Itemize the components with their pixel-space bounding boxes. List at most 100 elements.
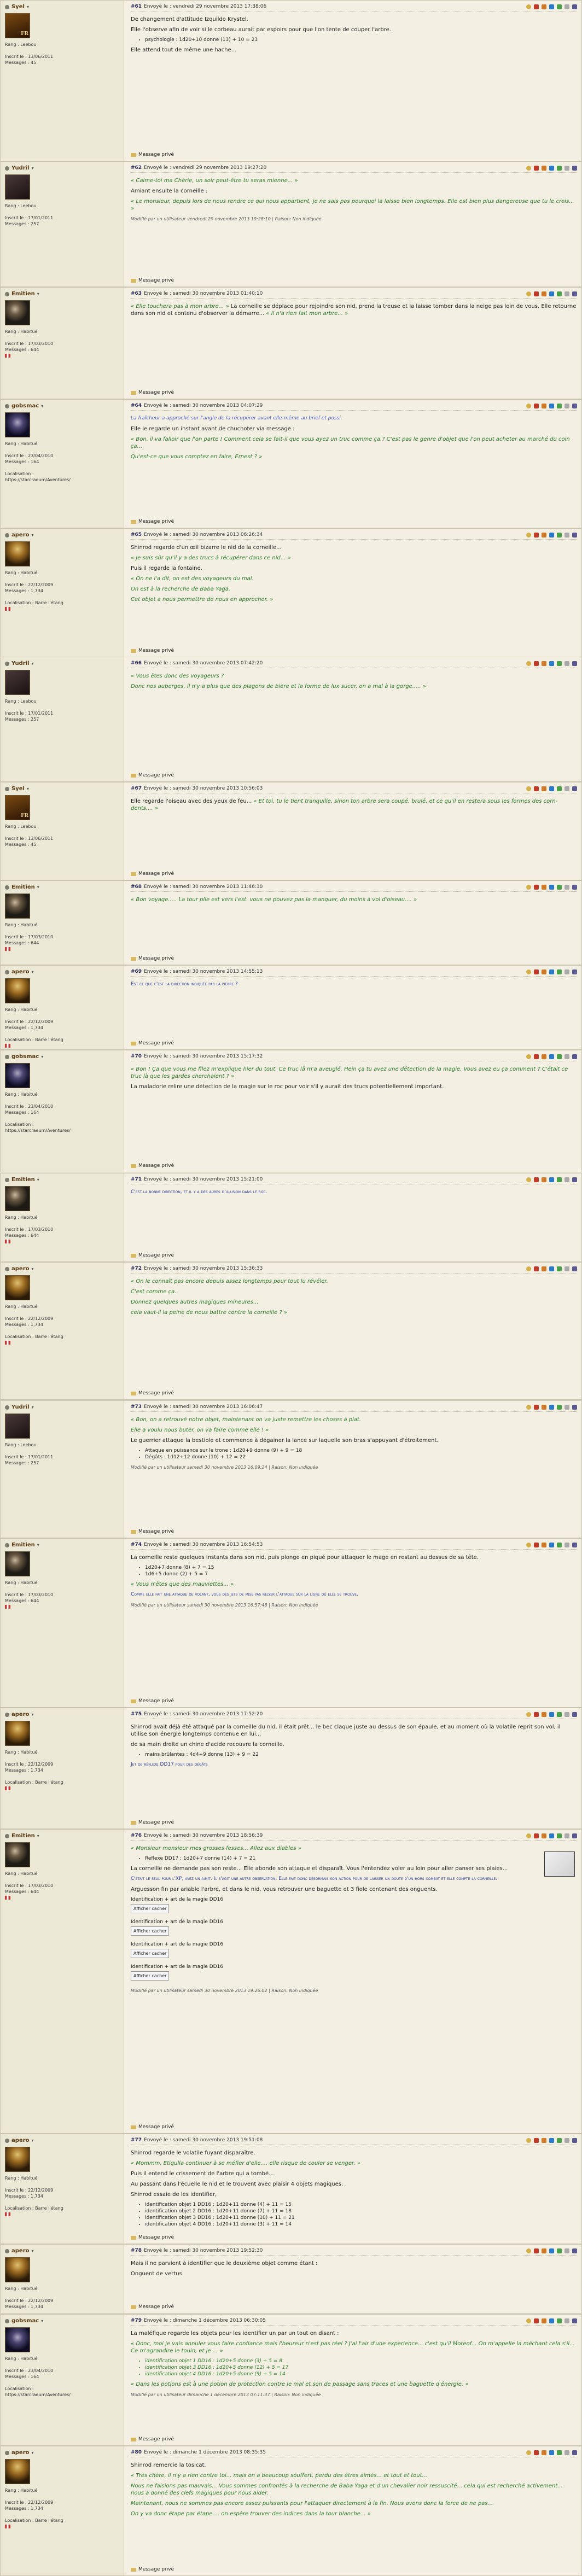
link-icon[interactable] [564,403,569,408]
edit-icon[interactable] [549,2318,554,2323]
info-icon[interactable] [557,1266,562,1271]
quote-icon[interactable] [526,403,531,408]
link-icon[interactable] [564,786,569,791]
private-message-label[interactable]: Message privé [138,2235,174,2240]
quote-icon[interactable] [526,2450,531,2455]
warn-icon[interactable] [542,4,546,9]
info-icon[interactable] [557,1712,562,1717]
edit-icon[interactable] [549,1266,554,1271]
info-icon[interactable] [557,2450,562,2455]
author-name[interactable]: apero ▾ [5,1712,119,1718]
report-icon[interactable] [572,1404,577,1410]
post-number[interactable]: #64 [131,403,142,408]
private-message-label[interactable]: Message privé [138,1041,174,1046]
warn-icon[interactable] [542,1833,546,1838]
delete-icon[interactable] [534,532,539,538]
author-name-label[interactable]: apero [11,969,30,975]
chevron-down-icon[interactable]: ▾ [41,404,43,408]
chevron-down-icon[interactable]: ▾ [32,1405,34,1410]
author-name[interactable]: gobsmac ▾ [5,2318,119,2324]
private-message-label[interactable]: Message privé [138,2124,174,2130]
post-number[interactable]: #66 [131,661,142,666]
link-icon[interactable] [564,1833,569,1838]
info-icon[interactable] [557,4,562,9]
author-name[interactable]: Yudril ▾ [5,661,119,667]
link-icon[interactable] [564,165,569,171]
author-name-label[interactable]: apero [11,1712,30,1718]
chevron-down-icon[interactable]: ▾ [37,885,39,890]
chevron-down-icon[interactable]: ▾ [32,661,34,666]
delete-icon[interactable] [534,1266,539,1271]
edit-icon[interactable] [549,165,554,171]
private-message-label[interactable]: Message privé [138,773,174,778]
author-name[interactable]: Emitien ▾ [5,1542,119,1548]
quote-icon[interactable] [526,291,531,296]
info-icon[interactable] [557,291,562,296]
quote-icon[interactable] [526,1404,531,1410]
author-name-label[interactable]: Syel [11,786,25,792]
post-number[interactable]: #72 [131,1266,142,1271]
report-icon[interactable] [572,4,577,9]
report-icon[interactable] [572,403,577,408]
quote-icon[interactable] [526,1266,531,1271]
post-number[interactable]: #74 [131,1542,142,1547]
author-name[interactable]: apero ▾ [5,2248,119,2254]
report-icon[interactable] [572,1833,577,1838]
private-message-link[interactable]: Message privé [131,152,174,157]
quote-icon[interactable] [526,2137,531,2143]
delete-icon[interactable] [534,291,539,296]
private-message-link[interactable]: Message privé [131,1041,174,1046]
info-icon[interactable] [557,532,562,538]
author-name-label[interactable]: Yudril [11,165,30,171]
private-message-link[interactable]: Message privé [131,390,174,395]
chevron-down-icon[interactable]: ▾ [32,969,34,974]
warn-icon[interactable] [542,1542,546,1547]
author-name-label[interactable]: apero [11,2248,30,2254]
author-name[interactable]: Emitien ▾ [5,884,119,890]
report-icon[interactable] [572,532,577,538]
author-name[interactable]: apero ▾ [5,2137,119,2143]
info-icon[interactable] [557,165,562,171]
warn-icon[interactable] [542,1712,546,1717]
post-number[interactable]: #77 [131,2137,142,2143]
report-icon[interactable] [572,1177,577,1182]
edit-icon[interactable] [549,1542,554,1547]
warn-icon[interactable] [542,532,546,538]
private-message-link[interactable]: Message privé [131,2304,174,2310]
info-icon[interactable] [557,2137,562,2143]
author-name-label[interactable]: apero [11,1266,30,1272]
delete-icon[interactable] [534,1833,539,1838]
post-number[interactable]: #73 [131,1404,142,1410]
info-icon[interactable] [557,1542,562,1547]
chevron-down-icon[interactable]: ▾ [27,786,29,791]
private-message-link[interactable]: Message privé [131,519,174,524]
quote-icon[interactable] [526,532,531,538]
info-icon[interactable] [557,1404,562,1410]
quote-icon[interactable] [526,1177,531,1182]
post-number[interactable]: #69 [131,969,142,974]
quote-icon[interactable] [526,165,531,171]
private-message-label[interactable]: Message privé [138,390,174,395]
report-icon[interactable] [572,969,577,974]
quote-icon[interactable] [526,2318,531,2323]
chevron-down-icon[interactable]: ▾ [37,1177,39,1182]
private-message-link[interactable]: Message privé [131,956,174,961]
warn-icon[interactable] [542,1266,546,1271]
info-icon[interactable] [557,403,562,408]
delete-icon[interactable] [534,1177,539,1182]
author-name[interactable]: Yudril ▾ [5,165,119,171]
quote-icon[interactable] [526,1712,531,1717]
delete-icon[interactable] [534,403,539,408]
quote-icon[interactable] [526,2248,531,2253]
delete-icon[interactable] [534,884,539,890]
author-name-label[interactable]: Emitien [11,1542,35,1548]
post-number[interactable]: #79 [131,2318,142,2323]
private-message-link[interactable]: Message privé [131,278,174,283]
link-icon[interactable] [564,2318,569,2323]
private-message-label[interactable]: Message privé [138,1391,174,1396]
quote-icon[interactable] [526,4,531,9]
chevron-down-icon[interactable]: ▾ [32,2248,34,2253]
author-name[interactable]: apero ▾ [5,1266,119,1272]
info-icon[interactable] [557,884,562,890]
report-icon[interactable] [572,1712,577,1717]
